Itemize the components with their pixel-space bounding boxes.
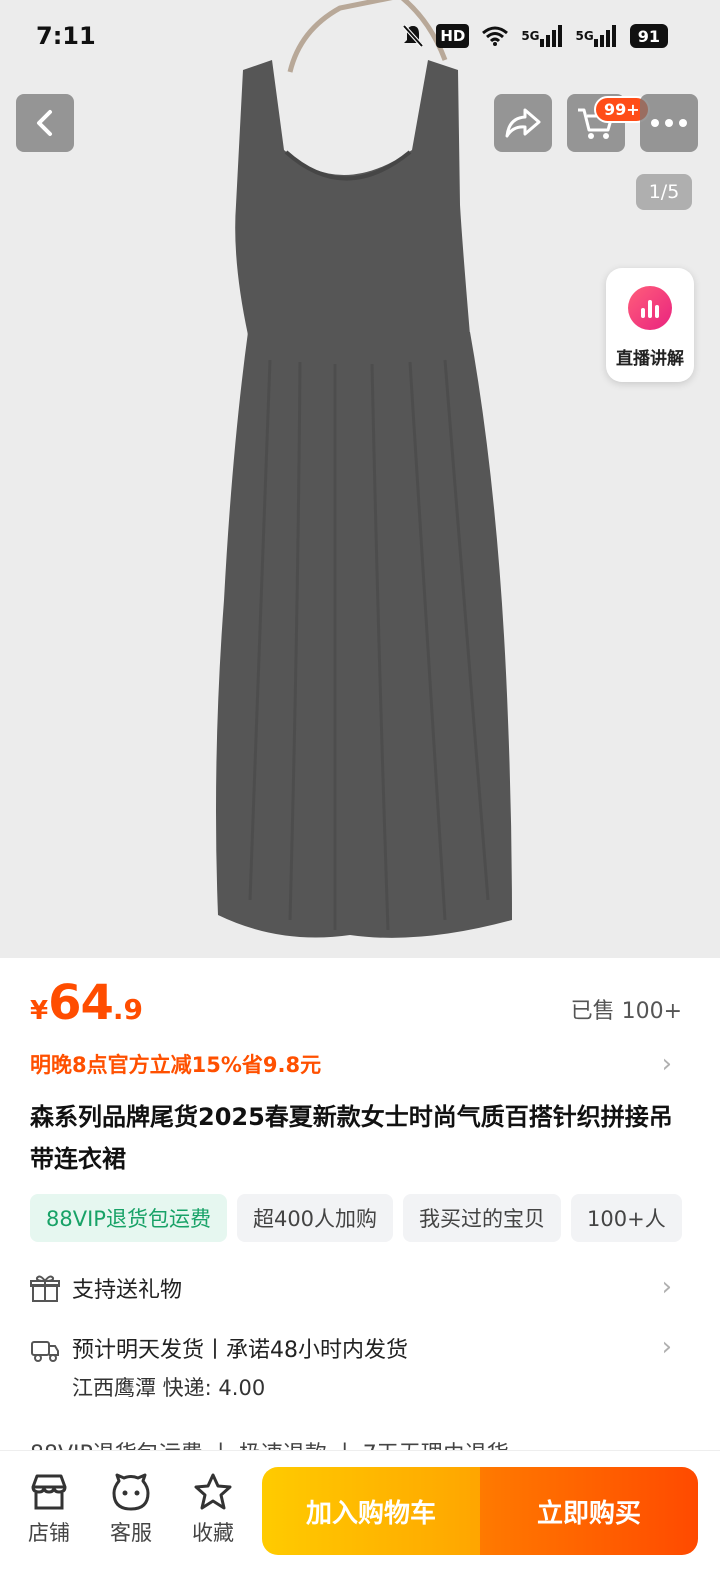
live-audio-icon <box>628 286 672 330</box>
live-explain-button[interactable]: 直播讲解 <box>606 268 694 382</box>
live-explain-label: 直播讲解 <box>616 349 684 369</box>
store-tab[interactable]: 店铺 <box>14 1473 84 1547</box>
network-type-2: 5G <box>575 29 594 43</box>
tag-bought-before[interactable]: 我买过的宝贝 <box>403 1194 562 1242</box>
dress-bodice <box>235 60 470 335</box>
more-dots-icon <box>651 119 687 127</box>
product-title: 森系列品牌尾货2025春夏新款女士时尚气质百搭针织拼接吊带连衣裙 <box>30 1103 673 1173</box>
tag-list: 88VIP退货包运费 超400人加购 我买过的宝贝 100+人 <box>30 1194 682 1242</box>
chevron-left-icon <box>37 110 52 136</box>
purchase-buttons: 加入购物车 立即购买 <box>262 1467 698 1555</box>
shipping-row[interactable]: 预计明天发货丨承诺48小时内发货 江西鹰潭 快递: 4.00 › <box>30 1332 690 1408</box>
gift-label: 支持送礼物 <box>72 1278 183 1303</box>
customer-service-icon <box>112 1473 150 1511</box>
tag-88vip[interactable]: 88VIP退货包运费 <box>30 1194 227 1242</box>
favorite-tab[interactable]: 收藏 <box>178 1473 248 1547</box>
mute-bell-icon <box>402 24 424 48</box>
status-bar: 7:11 HD 5G 5G 91 <box>0 0 720 80</box>
chevron-right-icon: › <box>661 1049 672 1079</box>
price-currency: ¥ <box>30 996 49 1026</box>
store-icon <box>31 1474 67 1510</box>
star-icon <box>194 1473 232 1510</box>
bottom-action-bar: 店铺 客服 收藏 加入购物车 立即购买 <box>0 1450 720 1584</box>
sold-count: 已售 100+ <box>570 999 682 1024</box>
store-label: 店铺 <box>28 1521 70 1545</box>
wifi-icon <box>481 24 509 48</box>
buy-now-button[interactable]: 立即购买 <box>480 1467 698 1555</box>
image-pager: 1/5 <box>636 174 692 210</box>
price-integer: 64 <box>48 975 114 1031</box>
share-icon <box>505 108 541 138</box>
promo-text: 明晚8点官方立减15%省9.8元 <box>30 1053 322 1077</box>
service-label: 客服 <box>110 1521 152 1545</box>
add-to-cart-button[interactable]: 加入购物车 <box>262 1467 480 1555</box>
gift-row[interactable]: 支持送礼物 › <box>30 1272 690 1308</box>
gift-icon <box>30 1275 60 1302</box>
more-button[interactable] <box>640 94 698 152</box>
promo-banner[interactable]: 明晚8点官方立减15%省9.8元 › <box>30 1046 690 1082</box>
product-image[interactable]: 7:11 HD 5G 5G 91 99+ 1/5 直播讲解 <box>0 0 720 958</box>
signal-icon-1: 5G <box>521 24 563 48</box>
signal-icon-2: 5G <box>576 24 618 48</box>
tag-cart-count[interactable]: 超400人加购 <box>236 1194 394 1242</box>
status-time: 7:11 <box>36 22 96 50</box>
chevron-right-icon: › <box>661 1332 672 1362</box>
network-type-1: 5G <box>521 29 540 43</box>
shipping-origin-fee: 江西鹰潭 快递: 4.00 <box>72 1376 266 1400</box>
price-row: ¥ 64 .9 已售 100+ <box>30 975 690 1035</box>
share-button[interactable] <box>494 94 552 152</box>
back-button[interactable] <box>16 94 74 152</box>
price-decimal: .9 <box>112 993 144 1026</box>
battery-level: 91 <box>629 24 668 48</box>
chevron-right-icon: › <box>661 1272 672 1302</box>
service-tab[interactable]: 客服 <box>96 1473 166 1547</box>
shipping-promise: 预计明天发货丨承诺48小时内发货 <box>72 1338 408 1363</box>
favorite-label: 收藏 <box>192 1521 234 1545</box>
hd-badge: HD <box>436 24 470 48</box>
truck-icon <box>31 1341 59 1362</box>
tag-people[interactable]: 100+人 <box>571 1194 682 1242</box>
